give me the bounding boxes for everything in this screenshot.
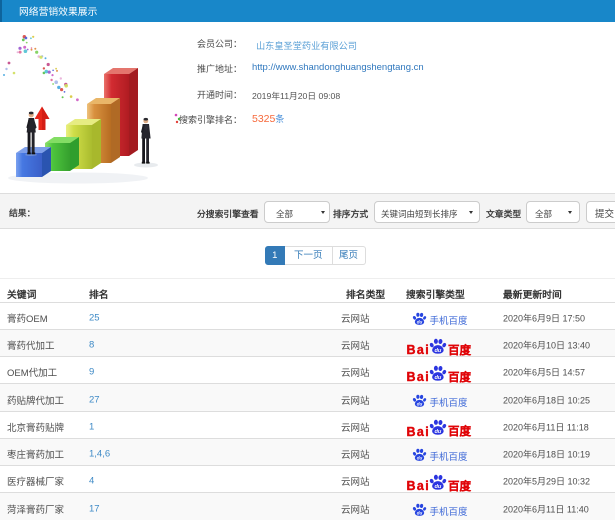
svg-text:du: du	[434, 429, 441, 435]
svg-text:du: du	[434, 375, 441, 381]
svg-text:du: du	[416, 455, 422, 460]
svg-text:du: du	[434, 348, 441, 354]
svg-text:du: du	[416, 319, 422, 324]
svg-text:du: du	[416, 510, 422, 515]
svg-text:du: du	[434, 484, 441, 490]
svg-text:du: du	[416, 401, 422, 406]
